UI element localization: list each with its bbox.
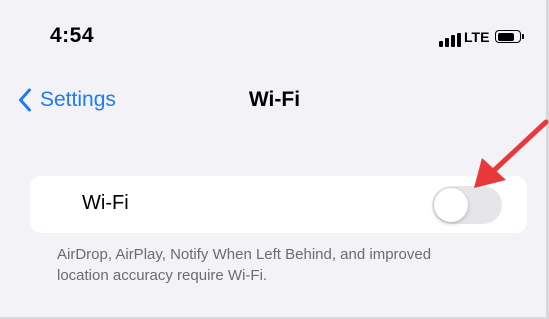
signal-bars-icon: [439, 29, 463, 47]
battery-icon: [495, 30, 521, 43]
wifi-footnote: AirDrop, AirPlay, Notify When Left Behin…: [57, 246, 432, 284]
back-button-label: Settings: [40, 88, 116, 111]
battery-tip: [522, 34, 524, 39]
battery-fill: [497, 32, 515, 41]
back-button[interactable]: Settings: [18, 86, 116, 114]
red-arrow-icon: [474, 119, 549, 188]
status-bar: 4:54 LTE: [0, 0, 549, 80]
status-time: 4:54: [50, 24, 95, 47]
wifi-row-label: Wi-Fi: [82, 192, 129, 214]
carrier-label: LTE: [464, 29, 490, 45]
wifi-settings-row: Wi-Fi: [30, 176, 527, 233]
chevron-left-icon: [19, 88, 31, 112]
